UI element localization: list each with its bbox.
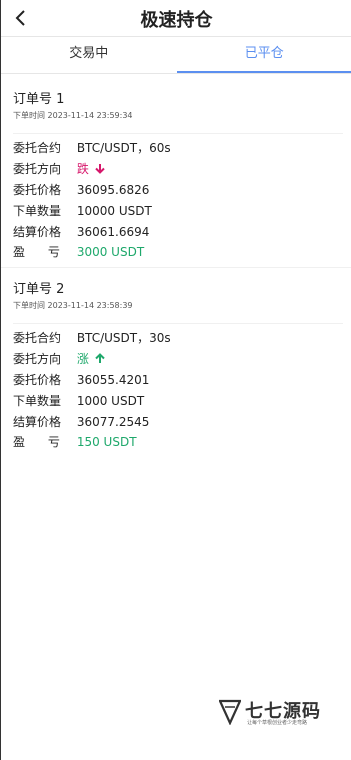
- tab-trading[interactable]: 交易中: [1, 37, 177, 73]
- tab-closed-label: 已平仓: [244, 46, 284, 61]
- pl-value: 3000 USDT: [76, 245, 145, 259]
- order-settle-row: 结算价格 36077.2545: [13, 413, 149, 430]
- price-label: 委托价格: [13, 373, 62, 387]
- tab-closed[interactable]: 已平仓: [176, 37, 351, 73]
- arrow-down-icon: [94, 163, 105, 177]
- settle-value: 36077.2545: [76, 415, 150, 429]
- order-contract-row: 委托合约 BTC/USDT，30s: [13, 329, 171, 346]
- order-price-row: 委托价格 36095.6826: [13, 181, 149, 198]
- watermark-logo-icon: [218, 699, 242, 726]
- tab-bar: 交易中 已平仓: [1, 37, 351, 73]
- qty-label: 下单数量: [13, 204, 62, 218]
- page-title: 极速持仓: [140, 10, 213, 31]
- qty-label: 下单数量: [13, 394, 62, 408]
- order-separator: [13, 323, 343, 324]
- direction-value: 涨: [76, 352, 89, 366]
- price-label: 委托价格: [13, 183, 62, 197]
- settle-label: 结算价格: [13, 225, 62, 239]
- tabs-divider: [1, 73, 351, 74]
- arrow-up-icon: [94, 353, 105, 367]
- order-qty-row: 下单数量 10000 USDT: [13, 202, 152, 219]
- order-direction-row: 委托方向 跌: [13, 160, 105, 177]
- order-direction-row: 委托方向 涨: [13, 350, 105, 367]
- order-time: 下单时间 2023-11-14 23:59:34: [13, 111, 133, 120]
- contract-label: 委托合约: [13, 141, 62, 155]
- order-contract-row: 委托合约 BTC/USDT，60s: [13, 139, 171, 156]
- order-number: 订单号 1: [13, 92, 65, 107]
- qty-value: 1000 USDT: [76, 394, 145, 408]
- order-price-row: 委托价格 36055.4201: [13, 371, 149, 388]
- settle-value: 36061.6694: [76, 225, 150, 239]
- contract-value: BTC/USDT，30s: [76, 331, 171, 345]
- app-frame: 极速持仓 交易中 已平仓 订单号 1 下单时间 2023-11-14 23:59…: [0, 0, 351, 760]
- direction-label: 委托方向: [13, 162, 62, 176]
- direction-value: 跌: [76, 162, 89, 176]
- settle-label: 结算价格: [13, 415, 62, 429]
- watermark-subtitle: 让每个草根创业者少走弯路: [247, 720, 308, 726]
- order-divider: [1, 267, 351, 268]
- direction-label: 委托方向: [13, 352, 62, 366]
- qty-value: 10000 USDT: [76, 204, 152, 218]
- watermark: 七七源码 让每个草根创业者少走弯路: [218, 697, 329, 733]
- header-bar: 极速持仓: [1, 0, 351, 36]
- order-pl-row: 盈 亏 3000 USDT: [13, 243, 144, 260]
- contract-value: BTC/USDT，60s: [76, 141, 171, 155]
- pl-value: 150 USDT: [76, 435, 137, 449]
- order-pl-row: 盈 亏 150 USDT: [13, 433, 137, 450]
- order-time: 下单时间 2023-11-14 23:58:39: [13, 301, 133, 310]
- pl-label: 盈 亏: [13, 435, 60, 449]
- pl-label: 盈 亏: [13, 245, 60, 259]
- order-number: 订单号 2: [13, 282, 65, 297]
- contract-label: 委托合约: [13, 331, 62, 345]
- price-value: 36095.6826: [76, 183, 150, 197]
- price-value: 36055.4201: [76, 373, 150, 387]
- order-separator: [13, 133, 343, 134]
- order-settle-row: 结算价格 36061.6694: [13, 223, 149, 240]
- order-qty-row: 下单数量 1000 USDT: [13, 392, 144, 409]
